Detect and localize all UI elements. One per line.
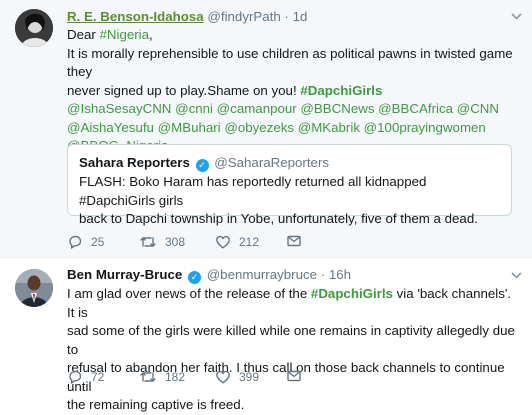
like-count: 212	[239, 235, 260, 249]
retweet-button[interactable]: 182	[139, 368, 185, 387]
chevron-down-icon[interactable]	[511, 8, 522, 27]
avatar[interactable]	[15, 9, 53, 47]
text-span: I am glad over news of the release of th…	[67, 286, 311, 301]
retweet-icon	[139, 234, 157, 250]
tweet-line: I am glad over news of the release of th…	[67, 285, 515, 322]
text-span: Dear	[67, 27, 100, 42]
hashtag-link[interactable]: #DapchiGirls	[300, 83, 382, 98]
verified-badge-icon: ✓	[195, 159, 209, 172]
quoted-tweet[interactable]: Sahara Reporters ✓ @SaharaReporters FLAS…	[67, 144, 512, 226]
quote-line: back to Dapchi township in Yobe, unfortu…	[79, 211, 478, 226]
tweet-line: never signed up to play.Shame on you! #D…	[67, 82, 519, 101]
retweet-count: 182	[165, 370, 186, 384]
quote-author-name: Sahara Reporters	[79, 155, 190, 170]
author-handle[interactable]: @findyrPath	[207, 9, 280, 24]
tweet-line: It is morally reprehensible to use child…	[67, 45, 519, 82]
quote-line: FLASH: Boko Haram has reportedly returne…	[79, 174, 427, 208]
tweet-line: Dear #Nigeria,	[67, 26, 519, 45]
envelope-icon	[286, 233, 302, 249]
tweet-text: Dear #Nigeria, It is morally reprehensibl…	[67, 26, 519, 156]
quote-header: Sahara Reporters ✓ @SaharaReporters	[79, 154, 329, 173]
mention-links[interactable]: @IshaSesayCNN @cnni @camanpour @BBCNews …	[67, 101, 499, 116]
like-button[interactable]: 212	[215, 233, 259, 252]
mention-links[interactable]: @AishaYesufu @MBuhari @obyezeks @MKabrik…	[67, 120, 486, 135]
text-span: sad some of the girls were killed while …	[67, 323, 515, 357]
text-span: It is morally reprehensible to use child…	[67, 45, 513, 80]
separator: ·	[284, 9, 289, 24]
envelope-icon	[286, 368, 302, 384]
retweet-button[interactable]: 308	[139, 233, 185, 252]
heart-icon	[215, 369, 231, 385]
hashtag-link[interactable]: #Nigeria	[100, 27, 150, 42]
avatar[interactable]	[15, 269, 53, 307]
reply-button[interactable]: 72	[67, 368, 104, 387]
direct-message-button[interactable]	[286, 368, 302, 384]
retweet-count: 308	[165, 235, 186, 249]
retweet-icon	[139, 369, 157, 385]
reply-count: 25	[91, 235, 105, 249]
reply-count: 72	[91, 370, 105, 384]
like-count: 399	[239, 370, 260, 384]
tweet-header: R. E. Benson-Idahosa @findyrPath · 1d	[67, 8, 307, 27]
quote-text: FLASH: Boko Haram has reportedly returne…	[79, 173, 504, 229]
tweet-header: Ben Murray-Bruce ✓ @benmurraybruce · 16h	[67, 266, 351, 285]
chevron-down-icon[interactable]	[511, 267, 522, 286]
separator: ·	[320, 267, 326, 282]
hashtag-link[interactable]: #DapchiGirls	[311, 286, 393, 301]
like-button[interactable]: 399	[215, 368, 259, 387]
verified-badge-icon: ✓	[187, 271, 201, 284]
timestamp[interactable]: 16h	[329, 267, 351, 282]
author-handle[interactable]: @benmurraybruce	[207, 267, 317, 282]
tweet-benson-idahosa[interactable]: R. E. Benson-Idahosa @findyrPath · 1d De…	[0, 0, 532, 258]
tweet-line: @IshaSesayCNN @cnni @camanpour @BBCNews …	[67, 100, 519, 119]
author-name[interactable]: R. E. Benson-Idahosa	[67, 9, 204, 24]
text-span: ,	[149, 27, 153, 42]
tweet-line: the remaining captive is freed.	[67, 396, 515, 415]
reply-icon	[67, 234, 83, 250]
author-name[interactable]: Ben Murray-Bruce	[67, 267, 182, 282]
tweet-line: @AishaYesufu @MBuhari @obyezeks @MKabrik…	[67, 119, 519, 138]
direct-message-button[interactable]	[286, 233, 302, 249]
tweet-ben-murray-bruce[interactable]: Ben Murray-Bruce ✓ @benmurraybruce · 16h…	[0, 259, 532, 412]
text-span: the remaining captive is freed.	[67, 397, 245, 412]
timestamp[interactable]: 1d	[293, 9, 308, 24]
tweet-text: I am glad over news of the release of th…	[67, 285, 515, 415]
quote-author-handle: @SaharaReporters	[214, 155, 330, 170]
tweet-line: sad some of the girls were killed while …	[67, 322, 515, 359]
reply-icon	[67, 369, 83, 385]
heart-icon	[215, 234, 231, 250]
reply-button[interactable]: 25	[67, 233, 104, 252]
text-span: never signed up to play.Shame on you!	[67, 82, 301, 98]
